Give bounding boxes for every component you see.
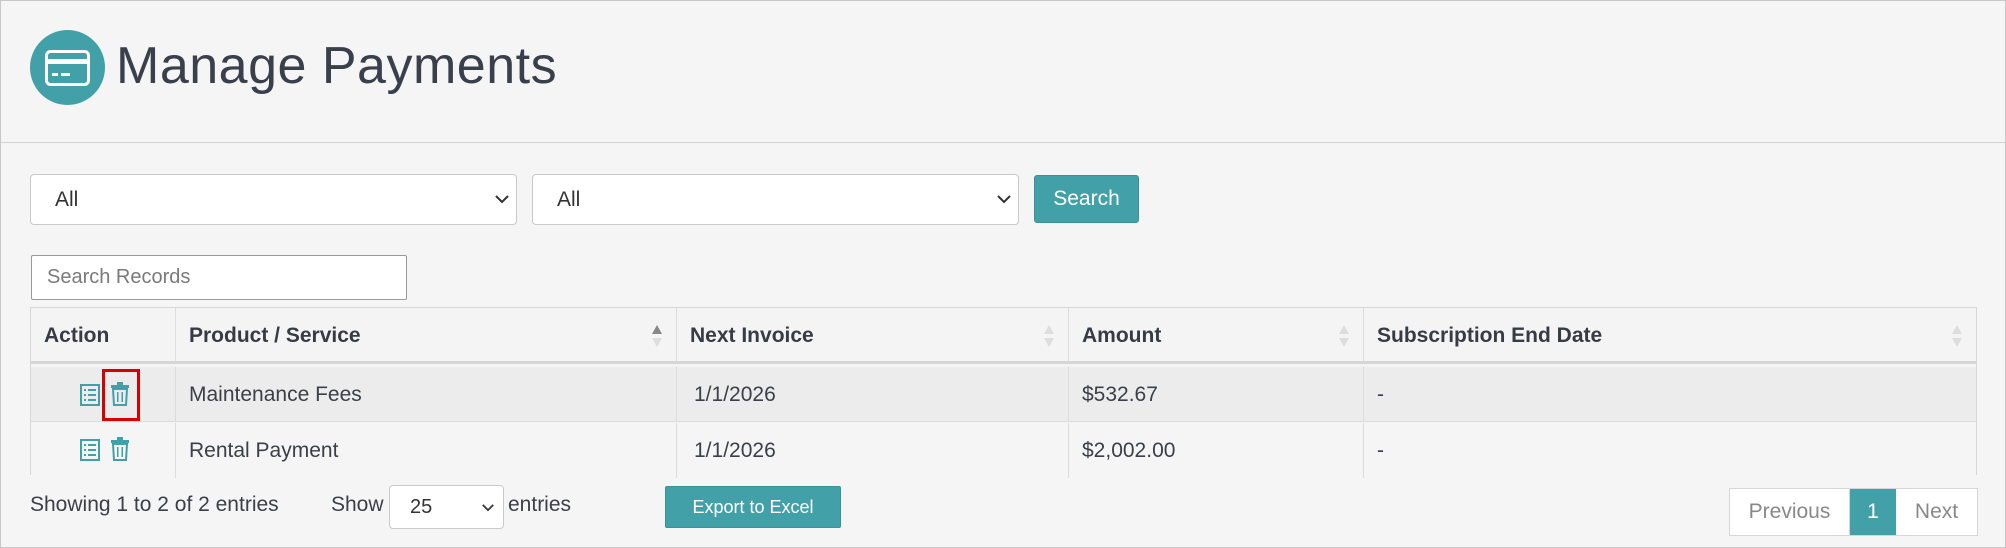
next-invoice-cell: 1/1/2026 <box>677 423 1069 478</box>
filter-select-1[interactable]: All <box>30 174 517 225</box>
trash-icon[interactable] <box>110 437 130 461</box>
filter-select-2-value: All <box>557 188 581 211</box>
column-header-amount-label: Amount <box>1082 324 1162 347</box>
chevron-down-icon <box>997 195 1011 204</box>
amount-cell: $2,002.00 <box>1069 423 1364 478</box>
credit-card-icon <box>30 30 105 105</box>
column-header-action: Action <box>31 308 176 361</box>
page-size-select[interactable]: 25 <box>389 485 504 529</box>
subscription-end-cell: - <box>1377 383 1384 406</box>
filter-select-2[interactable]: All <box>532 174 1019 225</box>
show-label: Show <box>331 493 384 516</box>
table-header-row: Action Product / Service Next Invoice Am… <box>31 308 1976 364</box>
chevron-down-icon <box>495 195 509 204</box>
action-cell <box>31 367 176 421</box>
product-cell: Maintenance Fees <box>176 367 677 421</box>
column-header-amount[interactable]: Amount <box>1069 308 1364 361</box>
amount-cell: $532.67 <box>1069 367 1364 421</box>
highlight-box <box>102 369 140 421</box>
column-header-product[interactable]: Product / Service <box>176 308 677 361</box>
action-cell <box>31 423 176 478</box>
details-list-icon[interactable] <box>80 439 100 461</box>
page-title: Manage Payments <box>116 37 558 95</box>
page-header: Manage Payments <box>1 1 2005 143</box>
pagination-next[interactable]: Next <box>1896 489 1977 535</box>
column-header-next-invoice[interactable]: Next Invoice <box>677 308 1069 361</box>
sort-icon <box>1044 325 1054 347</box>
next-invoice-cell: 1/1/2026 <box>677 367 1069 421</box>
column-header-subscription-end[interactable]: Subscription End Date <box>1364 308 1976 361</box>
payments-table: Action Product / Service Next Invoice Am… <box>30 307 1977 478</box>
pagination-previous[interactable]: Previous <box>1730 489 1850 535</box>
entries-info: Showing 1 to 2 of 2 entries <box>30 493 279 516</box>
export-to-excel-button[interactable]: Export to Excel <box>665 486 841 528</box>
subscription-end-cell: - <box>1377 439 1384 462</box>
sort-icon <box>1339 325 1349 347</box>
page-frame: Manage Payments All All Search Search Re… <box>0 0 2006 548</box>
product-cell: Rental Payment <box>176 423 677 478</box>
sort-icon <box>1952 325 1962 347</box>
search-button[interactable]: Search <box>1034 175 1139 223</box>
column-header-product-label: Product / Service <box>189 324 361 347</box>
table-row: Maintenance Fees 1/1/2026 $532.67 - <box>31 367 1976 422</box>
column-header-subscription-end-label: Subscription End Date <box>1377 324 1603 347</box>
search-records-input[interactable]: Search Records <box>31 255 407 300</box>
chevron-down-icon <box>482 504 494 512</box>
table-row: Rental Payment 1/1/2026 $2,002.00 - <box>31 423 1976 478</box>
sort-asc-icon <box>652 325 662 347</box>
details-list-icon[interactable] <box>80 384 100 406</box>
entries-label: entries <box>508 493 572 516</box>
pagination: Previous 1 Next <box>1729 488 1978 536</box>
page-size-value: 25 <box>410 496 433 518</box>
filter-select-1-value: All <box>55 188 79 211</box>
column-header-next-invoice-label: Next Invoice <box>690 324 814 347</box>
pagination-page-1[interactable]: 1 <box>1850 489 1896 535</box>
